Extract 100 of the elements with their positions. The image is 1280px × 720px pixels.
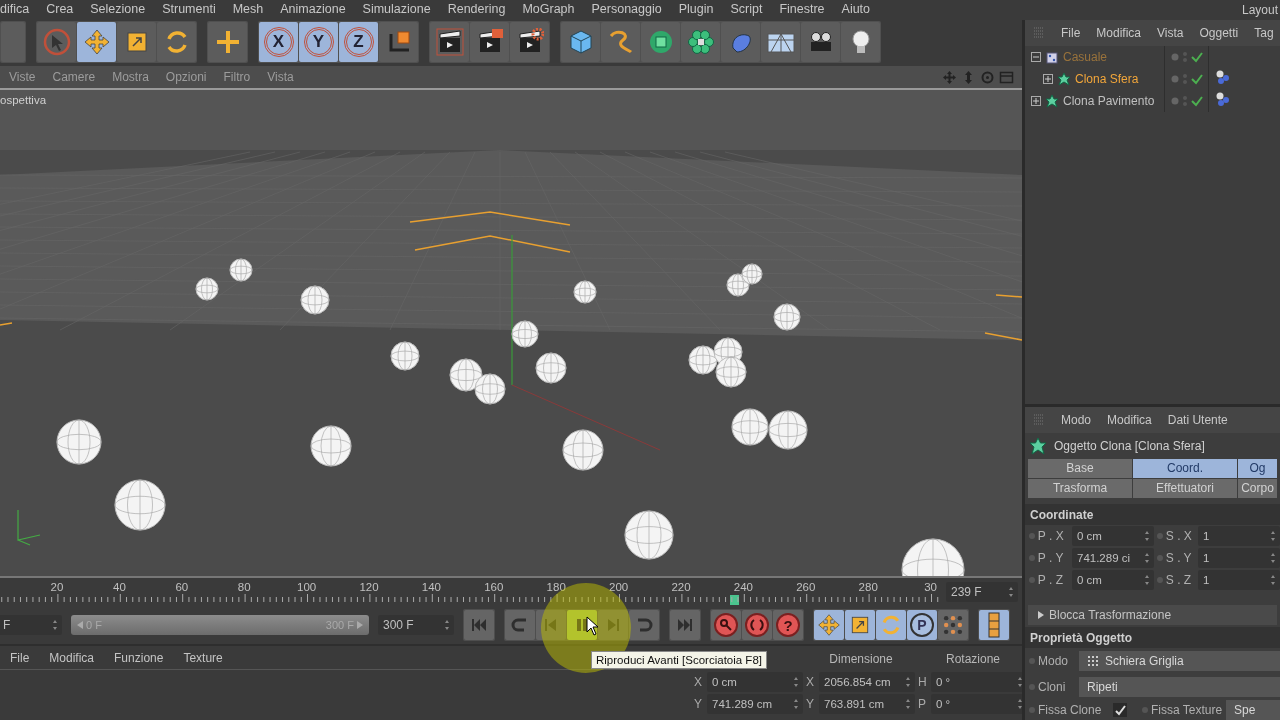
menu-item[interactable]: difica	[0, 1, 30, 16]
field-label: P . Y	[1037, 551, 1065, 565]
key-button[interactable]	[742, 610, 772, 640]
toolbar-button[interactable]	[841, 21, 880, 62]
left-arrow-icon	[77, 621, 83, 629]
frame-label: 20	[50, 581, 64, 593]
collapsible-section[interactable]: Blocca Trasformazione	[1028, 605, 1277, 625]
menu-item[interactable]: Vista	[1157, 25, 1184, 40]
menu-item[interactable]: Aiuto	[841, 1, 871, 16]
key-button[interactable]	[711, 610, 741, 640]
tag-icon	[1215, 69, 1231, 86]
menu-item[interactable]: Personaggio	[591, 1, 662, 16]
menu-item[interactable]: File	[1061, 25, 1081, 40]
axis-label: X	[806, 675, 815, 689]
toolbar-button[interactable]	[801, 21, 840, 62]
cloner-icon	[1057, 71, 1071, 86]
menu-item[interactable]: Crea	[46, 1, 74, 16]
tab[interactable]: Effettuatori	[1133, 479, 1237, 498]
menu-item[interactable]: Modifica	[1107, 413, 1152, 427]
toolbar-button[interactable]	[510, 21, 549, 62]
coordinate-field[interactable]: 763.891 cm	[819, 694, 915, 714]
number-field[interactable]: 741.289 ci	[1072, 548, 1154, 568]
coordinate-field[interactable]: 0 °	[931, 694, 1022, 714]
menu-item[interactable]: Simulazione	[362, 1, 431, 16]
mode-button[interactable]	[814, 610, 844, 640]
number-field[interactable]: 0 cm	[1072, 570, 1154, 590]
timeline-button[interactable]	[979, 610, 1009, 640]
mode-button[interactable]: P	[907, 610, 937, 640]
toolbar-button[interactable]	[470, 21, 509, 62]
layout-label[interactable]: Layout	[1241, 2, 1278, 17]
field-label: Modo	[1038, 654, 1070, 668]
number-field[interactable]: 1	[1198, 548, 1280, 568]
frame-label: 240	[733, 581, 753, 593]
toolbar-button[interactable]: Y	[299, 21, 338, 62]
coordinate-field[interactable]: 0 cm	[707, 672, 803, 692]
menu-item[interactable]: File	[10, 650, 30, 665]
render-dots-icon	[1182, 50, 1188, 63]
menu-item[interactable]: Funzione	[114, 650, 164, 665]
cursor-icon	[42, 27, 71, 56]
toolbar-button[interactable]	[379, 21, 418, 62]
toolbar-button[interactable]: Z	[339, 21, 378, 62]
toolbar-button[interactable]	[681, 21, 720, 62]
coordinate-field[interactable]: 741.289 cm	[707, 694, 803, 714]
coordinate-field[interactable]: 0 °	[931, 672, 1022, 692]
menu-item[interactable]: MoGraph	[522, 1, 575, 16]
menu-item[interactable]: Finestre	[779, 1, 825, 16]
field-label: S . Z	[1165, 573, 1193, 587]
dropdown[interactable]: Spe	[1226, 700, 1280, 720]
flower-array-icon	[686, 27, 715, 56]
object-name[interactable]: Clona Pavimento	[1063, 93, 1155, 108]
menu-item[interactable]: Rendering	[447, 1, 506, 16]
spinner-icon	[1270, 574, 1276, 586]
menu-item[interactable]: Tag	[1254, 25, 1274, 40]
tab[interactable]: Base	[1028, 459, 1132, 478]
axis-label: X	[694, 675, 703, 689]
start-frame-field[interactable]: F	[0, 615, 62, 635]
toolbar-button[interactable]	[430, 21, 469, 62]
menu-item[interactable]: Oggetti	[1199, 25, 1239, 40]
tab[interactable]: Coord.	[1133, 459, 1237, 478]
visibility-dot-icon	[1171, 52, 1179, 61]
expand-icon[interactable]	[1031, 95, 1041, 106]
spinner-icon	[1270, 530, 1276, 542]
checkbox[interactable]	[1113, 703, 1127, 717]
menu-item[interactable]: Dati Utente	[1167, 413, 1228, 427]
menu-item[interactable]: Strumenti	[162, 1, 216, 16]
number-field[interactable]: 1	[1198, 526, 1280, 546]
menu-item[interactable]: Texture	[183, 650, 223, 665]
number-field[interactable]: 0 cm	[1072, 526, 1154, 546]
section-header: Coordinate	[1025, 504, 1280, 525]
frame-label: 60	[175, 581, 189, 593]
current-frame-field[interactable]: 239 F	[946, 582, 1018, 602]
grip-icon	[1033, 26, 1045, 39]
tab[interactable]: Corpo	[1238, 479, 1277, 498]
mode-button[interactable]	[938, 610, 968, 640]
playhead[interactable]	[730, 595, 740, 605]
menu-item[interactable]: Selezione	[90, 1, 146, 16]
number-field[interactable]: 1	[1198, 570, 1280, 590]
menu-item[interactable]: Script	[730, 1, 763, 16]
field-label: Fissa Clone	[1038, 703, 1103, 717]
tab[interactable]: Og	[1238, 459, 1277, 478]
coordinate-field[interactable]: 2056.854 cm	[819, 672, 915, 692]
tab[interactable]: Trasforma	[1028, 479, 1132, 498]
render-dots-icon	[1182, 72, 1188, 85]
grip-icon	[1033, 414, 1045, 426]
dropdown[interactable]: Schiera Griglia	[1079, 651, 1280, 671]
mode-button[interactable]	[845, 610, 875, 640]
menu-item[interactable]: Modifica	[1096, 25, 1142, 40]
menu-item[interactable]: Modifica	[49, 650, 95, 665]
menu-item[interactable]: Modo	[1061, 413, 1092, 427]
column-header: Dimensione	[828, 651, 894, 668]
spinner-icon	[793, 698, 799, 710]
end-frame-field[interactable]: 300 F	[378, 615, 454, 635]
menu-item[interactable]: Plugin	[678, 1, 714, 16]
field-label: Fissa Texture	[1151, 703, 1223, 717]
dropdown[interactable]: Ripeti	[1079, 677, 1280, 697]
key-button[interactable]: ?	[773, 610, 803, 640]
menu-item[interactable]: Mesh	[232, 1, 264, 16]
axis-label: Y	[694, 697, 703, 711]
menu-item[interactable]: Animazione	[280, 1, 346, 16]
toolbar-button[interactable]: X	[259, 21, 298, 62]
